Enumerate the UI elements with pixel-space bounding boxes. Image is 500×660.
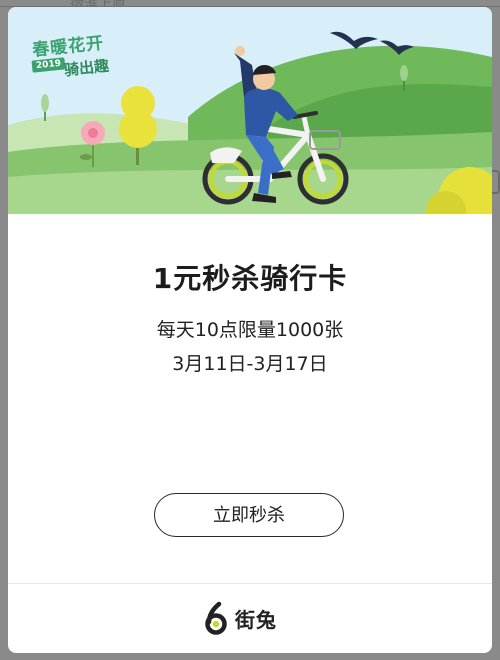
brand-footer: 街兔 — [203, 600, 277, 636]
flash-sale-button[interactable]: 立即秒杀 — [154, 493, 344, 537]
campaign-badge: 春暖花开 2019 骑出趣 — [22, 21, 114, 79]
promo-title: 1元秒杀骑行卡 — [152, 262, 348, 295]
jietu-logo-icon — [205, 601, 227, 635]
promo-subtitle: 每天10点限量1000张 — [156, 319, 344, 341]
brand-name: 街兔 — [235, 607, 277, 632]
footer-divider — [8, 583, 492, 584]
campaign-badge-year: 2019 — [31, 57, 66, 73]
watermark-text: 安徽生活网 — [351, 608, 492, 638]
watermark: 安徽生活网 www.ahlife.com — [351, 602, 492, 650]
campaign-badge-line2: 骑出趣 — [63, 56, 110, 80]
promo-modal: 春暖花开 2019 骑出趣 1元秒杀骑行卡 每天10点限量1000张 3月11日… — [8, 7, 492, 653]
watermark-url: www.ahlife.com — [351, 637, 492, 650]
promo-date-range: 3月11日-3月17日 — [172, 353, 328, 375]
